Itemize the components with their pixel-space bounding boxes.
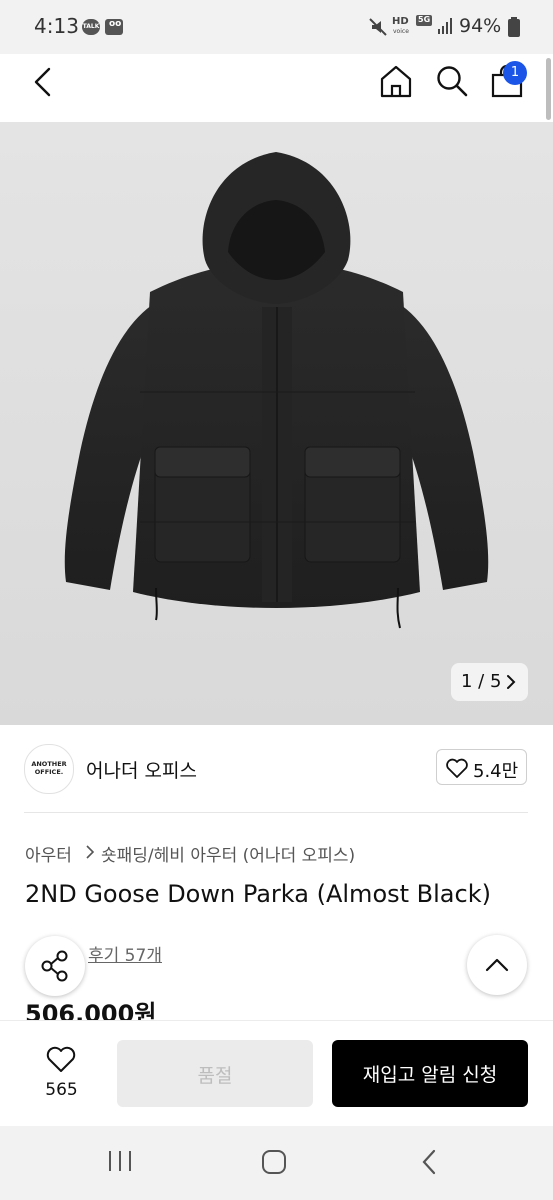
product-title: 2ND Goose Down Parka (Almost Black) [25, 880, 491, 908]
image-counter-text: 1 / 5 [461, 671, 502, 692]
kakaotalk-notification-icon: TALK [82, 19, 100, 35]
battery-icon [508, 17, 520, 37]
voicemail-text: oo [109, 19, 122, 29]
back-button[interactable] [30, 66, 56, 98]
restock-alert-label: 재입고 알림 신청 [362, 1064, 498, 1086]
heart-icon [446, 758, 468, 778]
divider [24, 812, 528, 813]
soldout-label: 품절 [197, 1065, 233, 1087]
voice-indicator: voice [393, 28, 409, 35]
brand-name[interactable]: 어나더 오피스 [86, 756, 197, 783]
category-main[interactable]: 아우터 [25, 841, 72, 866]
chevron-up-icon [485, 958, 509, 972]
mute-icon [369, 18, 387, 36]
scroll-top-button[interactable] [467, 935, 527, 995]
home-nav-icon[interactable] [260, 1148, 288, 1176]
5g-text: 5G [418, 15, 431, 24]
share-button[interactable] [25, 936, 85, 996]
signal-icon [438, 18, 452, 34]
scroll-indicator [546, 58, 551, 120]
product-image[interactable] [0, 122, 553, 725]
brand-logo-text: ANOTHER OFFICE. [24, 760, 74, 776]
recent-apps-icon[interactable] [105, 1148, 135, 1174]
category-sub[interactable]: 숏패딩/헤비 아우터 (어나더 오피스) [101, 841, 355, 866]
wishlist-heart-icon[interactable] [45, 1043, 77, 1075]
breadcrumb-chevron-icon [86, 845, 95, 859]
review-link[interactable]: 후기 57개 [88, 941, 162, 966]
chevron-right-icon[interactable] [504, 673, 518, 691]
cart-count-badge: 1 [503, 61, 527, 85]
brand-logo-line-2: OFFICE. [34, 768, 64, 776]
share-icon [41, 950, 68, 982]
hd-indicator: HD [392, 16, 409, 27]
search-icon[interactable] [435, 64, 469, 98]
brand-logo-line-1: ANOTHER [31, 760, 67, 768]
wishlist-count: 565 [45, 1080, 78, 1100]
parka-illustration [64, 152, 489, 629]
app-header [0, 54, 553, 122]
home-icon[interactable] [379, 64, 413, 98]
battery-percent: 94% [459, 15, 502, 37]
back-nav-icon[interactable] [418, 1148, 440, 1176]
status-time: 4:13 [34, 14, 79, 38]
brand-like-count: 5.4만 [473, 761, 519, 782]
